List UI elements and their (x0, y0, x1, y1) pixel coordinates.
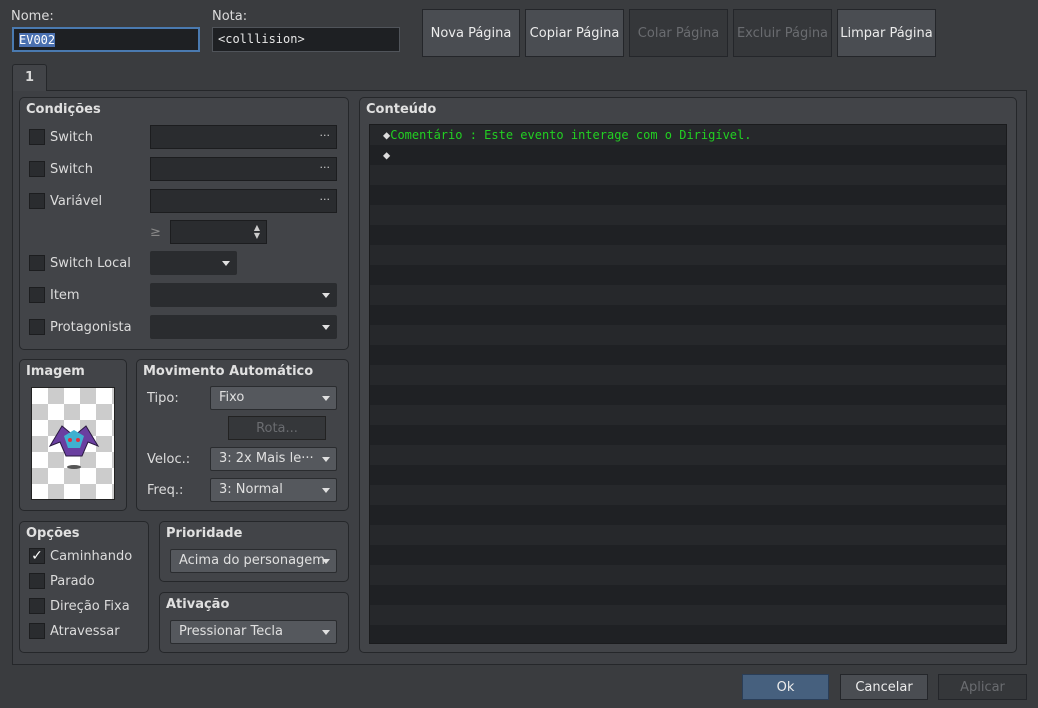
new-page-button[interactable]: Nova Página (422, 9, 520, 57)
event-command-list[interactable]: ◆ Comentário : Este evento interage com o… (369, 124, 1007, 644)
variable-label: Variável (50, 194, 103, 209)
speed-select[interactable]: 3: 2x Mais le··· (210, 447, 337, 471)
conditions-title: Condições (26, 102, 101, 117)
freq-select[interactable]: 3: Normal (210, 478, 337, 502)
stepping-checkbox[interactable] (29, 573, 45, 589)
switch2-select[interactable]: ··· (150, 157, 337, 181)
movement-type-select[interactable]: Fixo (210, 386, 337, 410)
name-label: Nome: (11, 9, 54, 24)
priority-title: Prioridade (166, 526, 243, 541)
variable-select[interactable]: ··· (150, 189, 337, 213)
apply-button[interactable]: Aplicar (938, 674, 1027, 700)
event-graphic-preview[interactable] (31, 387, 115, 500)
chevron-down-icon (322, 293, 330, 298)
command-marker: ◆ (383, 148, 391, 162)
through-checkbox[interactable] (29, 623, 45, 639)
trigger-title: Ativação (166, 597, 230, 612)
movement-type-value: Fixo (219, 390, 245, 405)
self-switch-select[interactable] (150, 251, 237, 275)
name-input[interactable]: EV002 (12, 27, 200, 52)
item-select[interactable] (150, 283, 337, 307)
priority-value: Acima do personagem (179, 553, 325, 568)
ok-button[interactable]: Ok (742, 674, 829, 700)
stepping-label: Parado (50, 574, 95, 589)
delete-page-button[interactable]: Excluir Página (733, 9, 832, 57)
trigger-value: Pressionar Tecla (179, 624, 283, 639)
actor-checkbox[interactable] (29, 319, 45, 335)
walking-checkbox[interactable]: ✓ (29, 548, 45, 564)
cancel-button[interactable]: Cancelar (840, 674, 928, 700)
paste-page-button[interactable]: Colar Página (629, 9, 728, 57)
gte-symbol: ≥ (150, 225, 161, 240)
chevron-down-icon (322, 325, 330, 330)
freq-label: Freq.: (147, 483, 184, 498)
switch2-label: Switch (50, 162, 93, 177)
options-title: Opções (26, 526, 80, 541)
direction-fix-label: Direção Fixa (50, 599, 130, 614)
image-title: Imagem (26, 364, 85, 379)
variable-value-spinner[interactable]: ▲ ▼ (170, 220, 267, 244)
name-value: EV002 (19, 33, 56, 47)
command-text: Comentário : Este evento interage com o … (390, 128, 752, 142)
chevron-down-icon (322, 457, 330, 462)
note-input[interactable]: <colllision> (212, 27, 400, 52)
through-label: Atravessar (50, 624, 120, 639)
trigger-select[interactable]: Pressionar Tecla (170, 620, 337, 644)
route-button[interactable]: Rota... (228, 416, 326, 440)
item-checkbox[interactable] (29, 287, 45, 303)
direction-fix-checkbox[interactable] (29, 598, 45, 614)
variable-checkbox[interactable] (29, 193, 45, 209)
speed-label: Veloc.: (147, 452, 191, 467)
command-row[interactable]: ◆Comentário : Este evento interage com o… (370, 125, 1006, 145)
switch1-select[interactable]: ··· (150, 125, 337, 149)
contents-title: Conteúdo (366, 102, 437, 117)
self-switch-label: Switch Local (50, 256, 131, 271)
self-switch-checkbox[interactable] (29, 255, 45, 271)
tab-page-1[interactable]: 1 (12, 64, 47, 91)
copy-page-button[interactable]: Copiar Página (525, 9, 624, 57)
chevron-down-icon (222, 261, 230, 266)
walking-label: Caminhando (50, 549, 133, 564)
item-label: Item (50, 288, 80, 303)
command-row[interactable]: ◆ (370, 145, 1006, 165)
freq-value: 3: Normal (219, 482, 283, 497)
airship-sprite-icon (48, 425, 100, 469)
chevron-down-icon (322, 559, 330, 564)
chevron-down-icon (322, 630, 330, 635)
actor-label: Protagonista (50, 320, 132, 335)
actor-select[interactable] (150, 315, 337, 339)
switch1-label: Switch (50, 130, 93, 145)
switch2-checkbox[interactable] (29, 161, 45, 177)
note-label: Nota: (212, 9, 248, 24)
type-label: Tipo: (147, 391, 179, 406)
switch1-checkbox[interactable] (29, 129, 45, 145)
clear-page-button[interactable]: Limpar Página (837, 9, 936, 57)
chevron-down-icon (322, 488, 330, 493)
speed-value: 3: 2x Mais le··· (219, 451, 314, 466)
priority-select[interactable]: Acima do personagem (170, 549, 337, 573)
chevron-down-icon (322, 396, 330, 401)
movement-title: Movimento Automático (143, 364, 314, 379)
